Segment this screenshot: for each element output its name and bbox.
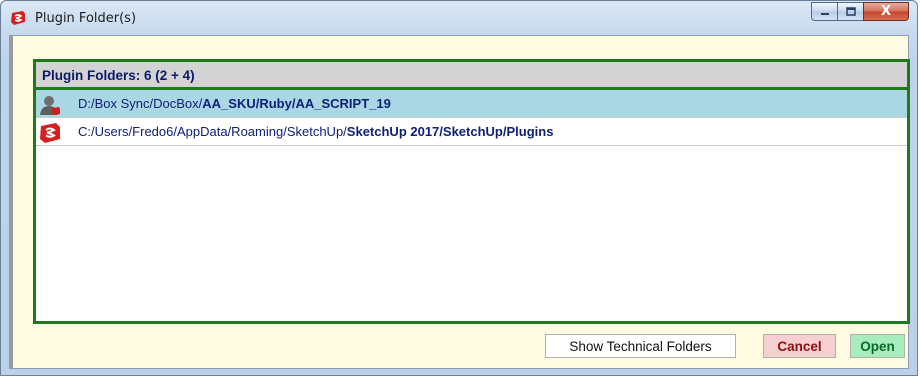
folder-path-suffix: SketchUp 2017/SketchUp/Plugins	[346, 124, 554, 139]
sketchup-icon	[11, 11, 25, 25]
panel-header: Plugin Folders: 6 (2 + 4)	[36, 62, 907, 90]
close-button[interactable]: X	[863, 2, 909, 21]
folder-path-prefix: D:/Box Sync/DocBox/	[78, 96, 203, 111]
user-plugin-icon	[40, 96, 60, 115]
window-controls: X	[811, 2, 909, 22]
open-button[interactable]: Open	[850, 334, 905, 358]
folder-row[interactable]: D:/Box Sync/DocBox/AA_SKU/Ruby/AA_SCRIPT…	[36, 90, 907, 118]
folder-row[interactable]: C:/Users/Fredo6/AppData/Roaming/SketchUp…	[36, 118, 907, 146]
folder-path: D:/Box Sync/DocBox/AA_SKU/Ruby/AA_SCRIPT…	[78, 96, 391, 111]
maximize-button[interactable]	[837, 2, 863, 21]
dialog-body: Plugin Folders: 6 (2 + 4) D:/Box Sync/Do…	[9, 35, 910, 369]
sketchup-icon	[40, 123, 60, 143]
cancel-button[interactable]: Cancel	[763, 334, 836, 358]
maximize-icon	[845, 7, 856, 16]
folder-path: C:/Users/Fredo6/AppData/Roaming/SketchUp…	[78, 124, 553, 139]
plugin-folders-window: Plugin Folder(s) X Plugin Folders: 6 (2 …	[0, 0, 918, 376]
close-icon: X	[880, 4, 892, 19]
minimize-button[interactable]	[811, 2, 837, 21]
left-border	[10, 36, 13, 368]
window-title: Plugin Folder(s)	[35, 11, 137, 26]
panel-title: Plugin Folders: 6 (2 + 4)	[42, 68, 195, 83]
show-technical-folders-button[interactable]: Show Technical Folders	[545, 334, 736, 358]
title-bar[interactable]: Plugin Folder(s) X	[1, 1, 917, 35]
folder-path-suffix: AA_SKU/Ruby/AA_SCRIPT_19	[202, 96, 391, 111]
folder-path-prefix: C:/Users/Fredo6/AppData/Roaming/SketchUp…	[78, 124, 347, 139]
plugin-folders-panel: Plugin Folders: 6 (2 + 4) D:/Box Sync/Do…	[33, 59, 910, 324]
minimize-icon	[820, 12, 829, 15]
